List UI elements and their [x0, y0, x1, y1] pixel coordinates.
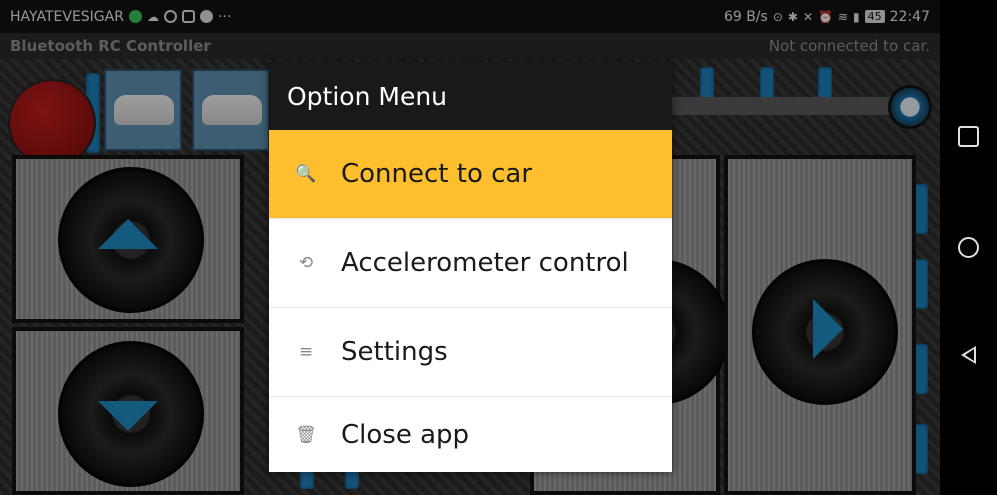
- menu-item-label: Close app: [341, 420, 470, 450]
- dialog-title: Option Menu: [269, 62, 672, 130]
- menu-item-connect[interactable]: 🔍 Connect to car: [269, 130, 672, 219]
- navigation-bar: [940, 0, 997, 495]
- back-triangle-icon: [960, 346, 976, 364]
- menu-item-label: Connect to car: [341, 159, 533, 189]
- menu-item-label: Settings: [341, 337, 448, 367]
- menu-item-accelerometer[interactable]: ⟲ Accelerometer control: [269, 219, 672, 308]
- search-icon: 🔍: [295, 164, 317, 184]
- back-button[interactable]: [956, 343, 980, 367]
- circle-icon: [957, 236, 979, 258]
- trash-icon: 🗑: [295, 425, 317, 445]
- square-icon: [957, 125, 979, 147]
- recents-button[interactable]: [956, 124, 980, 148]
- sort-icon: ≡: [298, 342, 314, 362]
- home-button[interactable]: [956, 235, 980, 259]
- menu-item-settings[interactable]: ≡ Settings: [269, 308, 672, 397]
- menu-item-label: Accelerometer control: [341, 248, 629, 278]
- rotate-device-icon: ⟲: [298, 253, 314, 273]
- menu-item-close-app[interactable]: 🗑 Close app: [269, 397, 672, 473]
- option-menu-dialog: Option Menu 🔍 Connect to car ⟲ Accelerom…: [269, 62, 672, 472]
